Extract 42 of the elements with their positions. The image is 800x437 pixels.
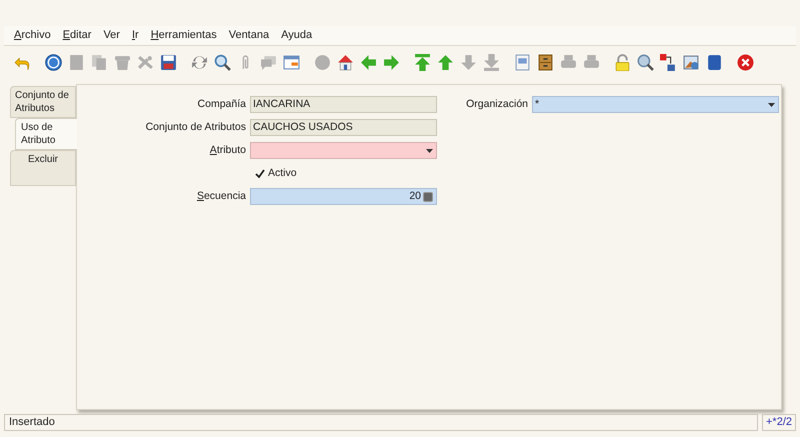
right-arrow-icon[interactable] (383, 54, 400, 70)
dropdown-field[interactable]: * (532, 96, 779, 113)
magnifier-icon[interactable] (637, 54, 654, 70)
menu-item[interactable]: Herramientas (150, 27, 217, 44)
search-icon[interactable] (214, 54, 231, 70)
status-message: Insertado (4, 414, 758, 431)
house-icon[interactable] (337, 54, 354, 70)
record-indicator[interactable]: +*2/2 (762, 414, 796, 431)
window-icon[interactable] (706, 54, 723, 70)
field-label: Organización (465, 97, 529, 112)
field-label: Conjunto de Atributos (144, 120, 247, 135)
close-icon[interactable] (737, 54, 754, 70)
tab[interactable]: Uso de Atributo (15, 118, 77, 150)
tab[interactable]: Conjunto de Atributos (10, 86, 76, 118)
menu-item[interactable]: Ir (132, 27, 139, 44)
field-label: Atributo (208, 142, 247, 158)
calculator-icon[interactable] (423, 192, 433, 202)
cabinet-icon[interactable] (537, 54, 554, 70)
flow-icon[interactable] (660, 54, 677, 70)
field-label: Secuencia (196, 188, 247, 204)
menu-item[interactable]: Ayuda (281, 27, 312, 44)
menu-item[interactable]: Ventana (228, 27, 270, 44)
padlock-icon[interactable] (614, 54, 631, 70)
text-field[interactable]: CAUCHOS USADOS (250, 119, 437, 136)
text-field[interactable]: IANCARINA (250, 96, 437, 113)
menu-item[interactable]: Archivo (14, 27, 51, 44)
number-field[interactable]: 20 (250, 188, 437, 205)
menu-item[interactable]: Editar (62, 27, 92, 44)
tab[interactable]: Excluir (10, 150, 76, 186)
left-arrow-icon[interactable] (360, 54, 377, 70)
dropdown-arrow-icon[interactable] (768, 102, 775, 106)
arrow-to-top-icon[interactable] (414, 54, 431, 70)
up-arrow-icon[interactable] (437, 54, 454, 70)
table-icon[interactable] (283, 54, 300, 70)
checkbox-label: Activo (268, 166, 297, 181)
dropdown-field[interactable] (250, 142, 437, 159)
menu-item[interactable]: Ver (103, 27, 120, 44)
dropdown-arrow-icon[interactable] (426, 148, 433, 152)
report-icon[interactable] (514, 54, 531, 70)
field-label: Compañía (196, 96, 247, 112)
refresh-icon[interactable] (191, 54, 208, 70)
checkbox[interactable] (254, 168, 265, 179)
